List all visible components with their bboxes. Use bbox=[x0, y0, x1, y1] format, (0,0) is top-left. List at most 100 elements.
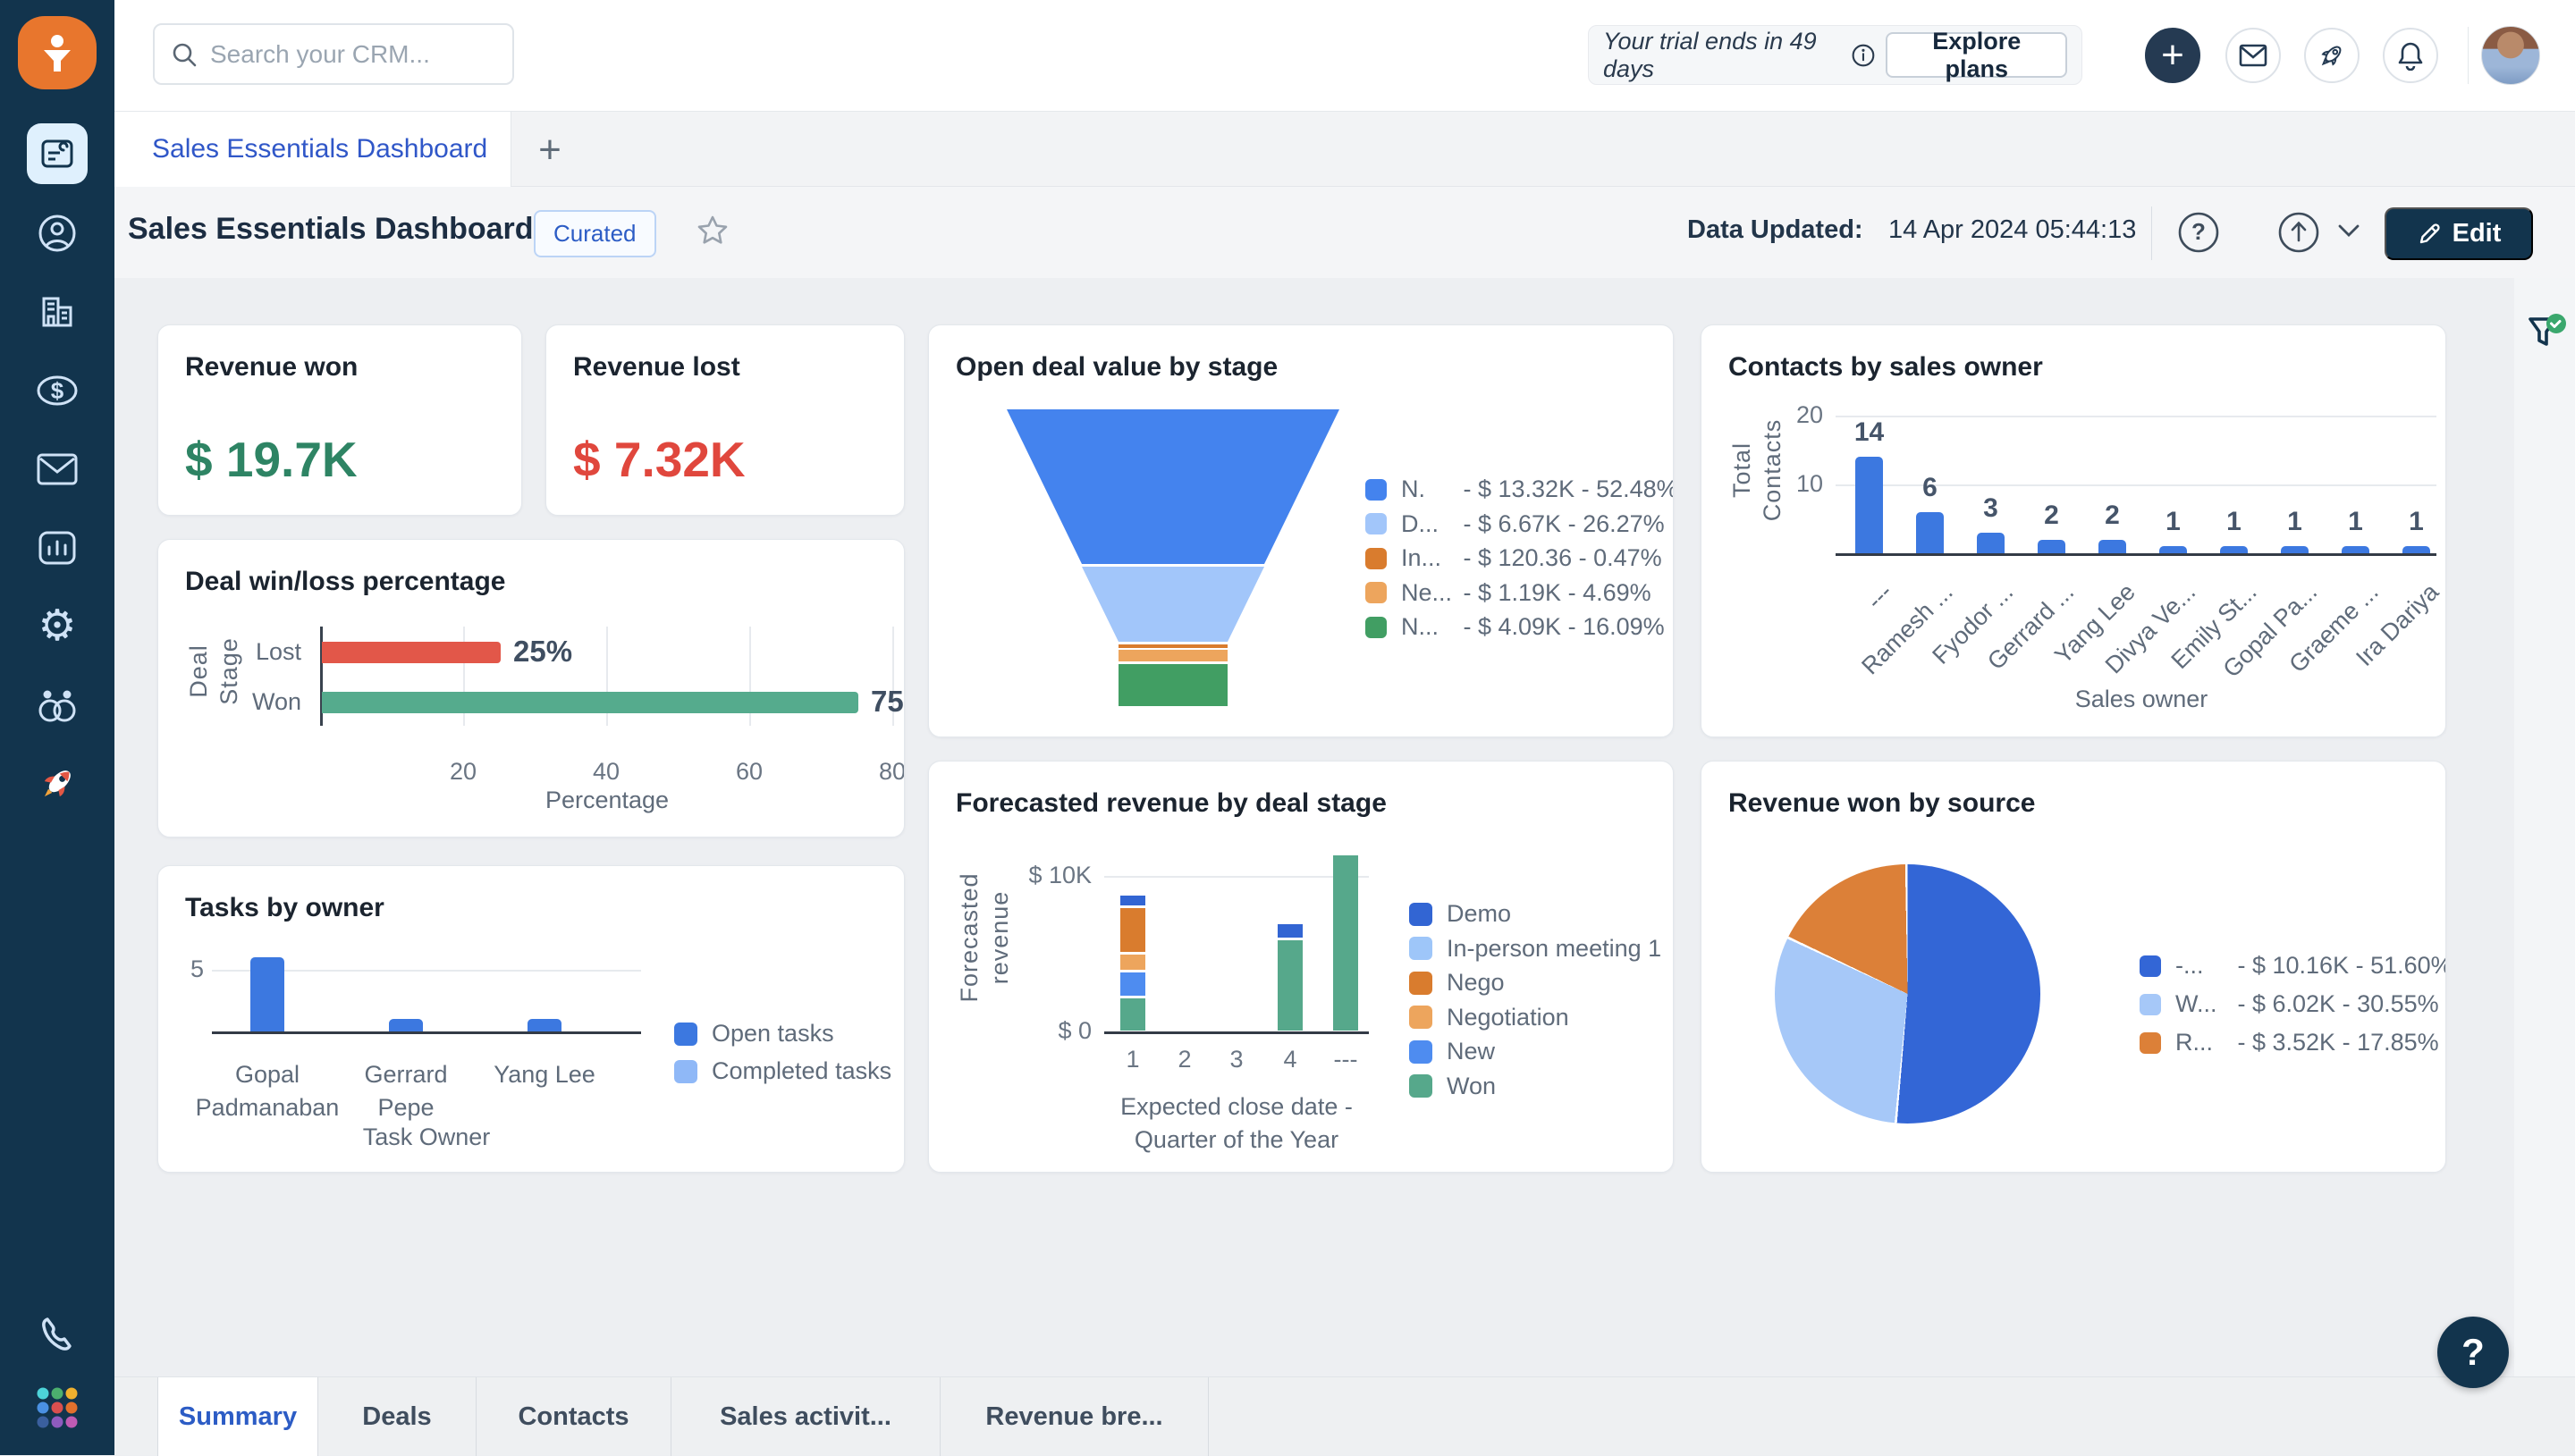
mail-icon bbox=[2239, 44, 2267, 67]
bar bbox=[1855, 457, 1883, 553]
quick-add-button[interactable]: + bbox=[2145, 28, 2200, 83]
svg-text:?: ? bbox=[2191, 218, 2206, 245]
y-axis-label-line: revenue bbox=[986, 890, 1013, 985]
header-divider bbox=[2151, 206, 2152, 260]
card-deal-win-loss: Deal win/loss percentage 20 40 60 80 25% Lost… bbox=[157, 539, 905, 837]
card-title: Revenue won bbox=[185, 352, 359, 382]
card-forecasted-revenue: Forecasted revenue by deal stage $ 0 $ 10… bbox=[928, 761, 1674, 1173]
bar bbox=[2038, 539, 2065, 553]
sidebar-item-deals[interactable]: $ bbox=[0, 351, 114, 430]
sidebar-item-analytics[interactable] bbox=[0, 509, 114, 587]
stack-segment-negotiation bbox=[1120, 955, 1145, 970]
category-label: --- bbox=[1861, 578, 1897, 615]
card-title: Revenue lost bbox=[573, 352, 740, 382]
sidebar-item-phone[interactable] bbox=[0, 1295, 114, 1374]
legend-item: Won bbox=[1409, 1073, 1496, 1100]
legend-swatch bbox=[674, 1059, 697, 1083]
sidebar-item-accounts[interactable] bbox=[0, 273, 114, 351]
sidebar-item-freddy-ai[interactable] bbox=[0, 666, 114, 745]
legend-series-name: N. bbox=[1401, 476, 1425, 502]
sidebar-item-contacts[interactable] bbox=[0, 194, 114, 273]
sidebar-item-email[interactable] bbox=[0, 430, 114, 509]
curated-badge: Curated bbox=[534, 210, 656, 257]
legend-item: Ne... - $ 1.19K - 4.69% bbox=[1365, 579, 1651, 607]
legend-item: Negotiation bbox=[1409, 1004, 1569, 1031]
funnel-stage-2 bbox=[1082, 567, 1264, 642]
whats-new-button[interactable] bbox=[2304, 28, 2360, 83]
legend-label: R... - $ 3.52K - 17.85% bbox=[2175, 1029, 2439, 1056]
export-icon[interactable] bbox=[2276, 210, 2321, 259]
legend-label: Open tasks bbox=[712, 1020, 834, 1047]
card-contacts-by-sales-owner: Contacts by sales owner 10 20 14 --- 6 Ramesh… bbox=[1701, 324, 2446, 737]
legend-label: Nego bbox=[1447, 969, 1505, 996]
bottom-tab-sales-activit-[interactable]: Sales activit... bbox=[671, 1377, 941, 1456]
stack-segment-won bbox=[1333, 854, 1358, 1031]
legend-label: Ne... - $ 1.19K - 4.69% bbox=[1401, 578, 1651, 606]
bottom-tab-deals[interactable]: Deals bbox=[318, 1377, 477, 1456]
bar-open-tasks bbox=[389, 1019, 423, 1031]
x-axis-title: Task Owner bbox=[362, 1124, 491, 1150]
user-avatar[interactable] bbox=[2481, 26, 2540, 85]
bar-value-label: 75% bbox=[871, 685, 904, 718]
open-deal-value-funnel-chart: N. - $ 13.32K - 52.48% D... - $ 6.67K - 2… bbox=[929, 325, 1673, 736]
apps-grid-icon bbox=[37, 1387, 78, 1428]
tasks-by-owner-chart: 5 Gopal Padmanaban Gerrard Pepe Yang Lee Task … bbox=[158, 866, 904, 1172]
notifications-button[interactable] bbox=[2383, 28, 2438, 83]
forecasted-revenue-chart: $ 0 $ 10K 1 2 3 4 --- Expected close date - Quar… bbox=[929, 762, 1673, 1172]
page-title: Sales Essentials Dashboard bbox=[128, 212, 534, 246]
legend-label: New bbox=[1447, 1038, 1496, 1065]
sidebar-item-apps[interactable] bbox=[0, 1368, 114, 1447]
favorite-star-icon[interactable] bbox=[696, 214, 730, 252]
x-tick-label: --- bbox=[1333, 1046, 1358, 1073]
legend-item: Demo bbox=[1409, 900, 1511, 928]
chevron-down-icon[interactable] bbox=[2337, 223, 2360, 243]
dashboard-filter-button[interactable] bbox=[2523, 312, 2570, 358]
bar-won bbox=[322, 692, 858, 713]
legend-item: In-person meeting 1 bbox=[1409, 935, 1661, 963]
sidebar-item-getting-started[interactable] bbox=[0, 745, 114, 823]
stack-segment-nego bbox=[1120, 908, 1145, 953]
legend-swatch bbox=[1409, 1006, 1432, 1029]
tab-sales-essentials-dashboard[interactable]: Sales Essentials Dashboard bbox=[114, 112, 511, 187]
topbar-divider bbox=[2468, 27, 2469, 84]
topbar: Search your CRM... Your trial ends in 49… bbox=[114, 0, 2575, 112]
explore-plans-button[interactable]: Explore plans bbox=[1886, 28, 2067, 82]
dashboard-content: Revenue won $ 19.7K Revenue lost $ 7.32K… bbox=[114, 278, 2575, 1376]
email-inbox-button[interactable] bbox=[2225, 28, 2281, 83]
y-axis-label: Forecasted revenue bbox=[944, 871, 1025, 1005]
stack-segment-won bbox=[1120, 997, 1145, 1031]
edit-button[interactable]: Edit bbox=[2385, 207, 2533, 260]
bottom-tab-contacts[interactable]: Contacts bbox=[477, 1377, 671, 1456]
phone-icon bbox=[42, 1317, 72, 1351]
help-fab-button[interactable]: ? bbox=[2437, 1317, 2509, 1388]
add-tab-button[interactable]: + bbox=[528, 128, 572, 173]
legend-item: D... - $ 6.67K - 26.27% bbox=[1365, 510, 1665, 538]
legend-series-name: D... bbox=[1401, 509, 1439, 537]
data-updated-value: 14 Apr 2024 05:44:13 bbox=[1888, 215, 2137, 244]
x-axis-title: Expected close date - Quarter of the Year bbox=[1049, 1090, 1424, 1157]
info-icon[interactable] bbox=[1851, 41, 1876, 70]
x-tick-label: 60 bbox=[735, 758, 764, 785]
sidebar-item-dashboard[interactable] bbox=[27, 123, 88, 184]
legend-swatch bbox=[1409, 902, 1432, 926]
legend-series-name: W... bbox=[2175, 990, 2217, 1017]
stack-segment-new bbox=[1120, 972, 1145, 996]
bottom-tab-summary[interactable]: Summary bbox=[157, 1377, 318, 1456]
legend-swatch bbox=[1409, 1074, 1432, 1098]
help-icon[interactable]: ? bbox=[2176, 210, 2221, 259]
bottom-tab-revenue-bre-[interactable]: Revenue bre... bbox=[941, 1377, 1209, 1456]
x-axis-title: Percentage bbox=[545, 787, 670, 813]
legend-series-name: Ne... bbox=[1401, 578, 1453, 606]
freshworks-logo[interactable] bbox=[18, 16, 97, 89]
y-axis-label: Total Contacts bbox=[1717, 403, 1797, 537]
search-input[interactable]: Search your CRM... bbox=[153, 23, 514, 85]
card-tasks-by-owner: Tasks by owner 5 Gopal Padmanaban Gerrard Pe… bbox=[157, 865, 905, 1173]
sidebar-item-settings[interactable]: ⚙ bbox=[0, 587, 114, 666]
svg-text:$: $ bbox=[51, 377, 64, 404]
right-rail bbox=[2514, 278, 2575, 1376]
tab-label: Sales Essentials Dashboard bbox=[152, 134, 488, 164]
legend-item: Nego bbox=[1409, 969, 1505, 997]
x-axis-title-line: Expected close date - bbox=[1120, 1093, 1353, 1120]
trial-text: Your trial ends in 49 days bbox=[1603, 27, 1817, 82]
bar bbox=[2098, 539, 2126, 553]
